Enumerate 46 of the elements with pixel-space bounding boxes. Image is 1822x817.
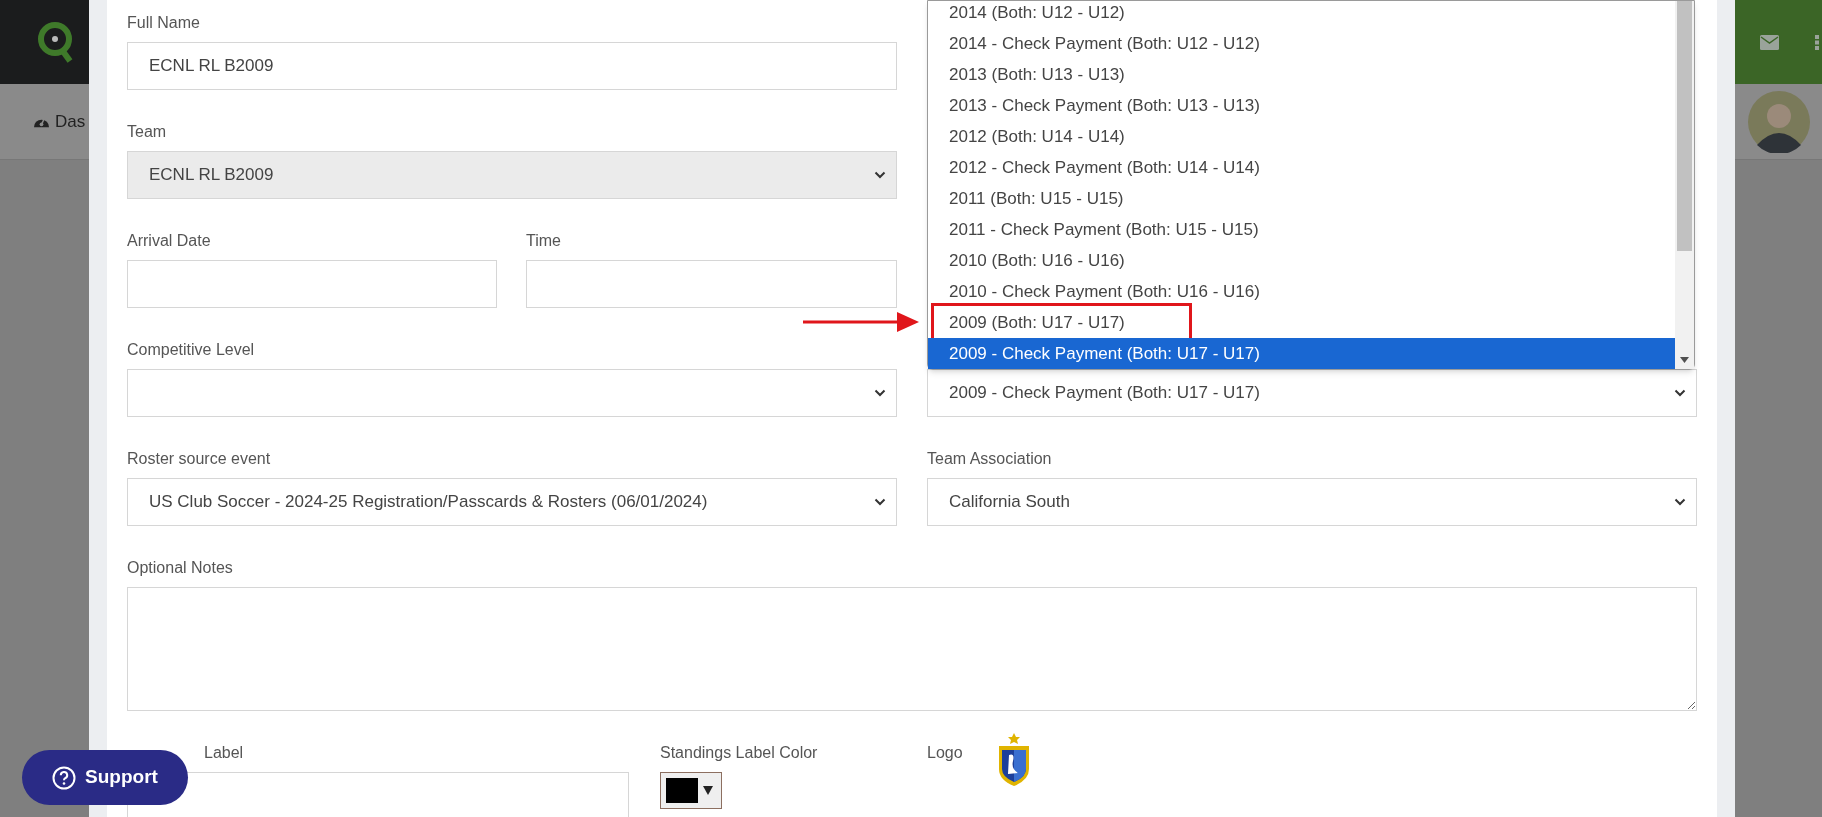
field-label: Team Association (927, 449, 1052, 469)
field-label: Arrival Date (127, 231, 211, 251)
field-label: Logo (927, 743, 963, 763)
field-label: Competitive Level (127, 340, 255, 360)
text-field[interactable] (526, 260, 897, 308)
dropdown-option[interactable]: 2012 - Check Payment (Both: U14 - U14) (928, 152, 1675, 183)
help-icon (52, 765, 77, 790)
select-field[interactable]: US Club Soccer - 2024-25 Registration/Passcards & Rosters (06/01/2024) (127, 478, 897, 526)
grid-icon[interactable] (1815, 34, 1822, 50)
select-field[interactable]: California South (927, 478, 1697, 526)
field-label: Standings Label Color (660, 743, 818, 763)
chevron-icon (874, 498, 886, 506)
dropdown-option[interactable]: 2014 - Check Payment (Both: U12 - U12) (928, 28, 1675, 59)
dropdown-option[interactable]: 2014 (Both: U12 - U12) (928, 0, 1675, 28)
chevron-icon (1674, 389, 1686, 397)
dropdown-option[interactable]: 2010 (Both: U16 - U16) (928, 245, 1675, 276)
field-label: Label (204, 743, 244, 763)
logo-icon (36, 19, 74, 65)
avatar[interactable] (1748, 90, 1810, 153)
text-field[interactable] (127, 260, 497, 308)
mail-icon[interactable] (1760, 34, 1779, 50)
color-picker[interactable] (660, 772, 722, 809)
chevron-icon (1674, 498, 1686, 506)
field-label: Full Name (127, 13, 200, 33)
chevron-icon (874, 171, 886, 179)
caret-icon (703, 786, 713, 795)
dropdown-option[interactable]: 2010 - Check Payment (Both: U16 - U16) (928, 276, 1675, 307)
field-label: Time (526, 231, 561, 251)
scrollbar[interactable] (1675, 1, 1694, 369)
dropdown-option[interactable]: 2013 - Check Payment (Both: U13 - U13) (928, 90, 1675, 121)
dropdown-option[interactable]: 2009 - Check Payment (Both: U17 - U17) (928, 338, 1675, 369)
chevron-icon (874, 389, 886, 397)
field-label: Roster source event (127, 449, 271, 469)
field-label: Team (127, 122, 167, 142)
dropdown-option[interactable]: 2011 (Both: U15 - U15) (928, 183, 1675, 214)
dropdown-option[interactable]: 2011 - Check Payment (Both: U15 - U15) (928, 214, 1675, 245)
select-field[interactable] (127, 369, 897, 417)
select-field[interactable]: 2009 - Check Payment (Both: U17 - U17) (927, 369, 1697, 417)
text-field[interactable]: ECNL RL B2009 (127, 42, 897, 90)
field-label: Optional Notes (127, 558, 233, 578)
nav-item[interactable]: Das (55, 108, 86, 135)
support-button[interactable]: Support (22, 750, 188, 805)
scroll-down-icon[interactable] (1680, 357, 1689, 363)
dropdown-option[interactable]: 2012 (Both: U14 - U14) (928, 121, 1675, 152)
dropdown-option[interactable]: 2013 (Both: U13 - U13) (928, 59, 1675, 90)
notes-field[interactable] (127, 587, 1697, 711)
